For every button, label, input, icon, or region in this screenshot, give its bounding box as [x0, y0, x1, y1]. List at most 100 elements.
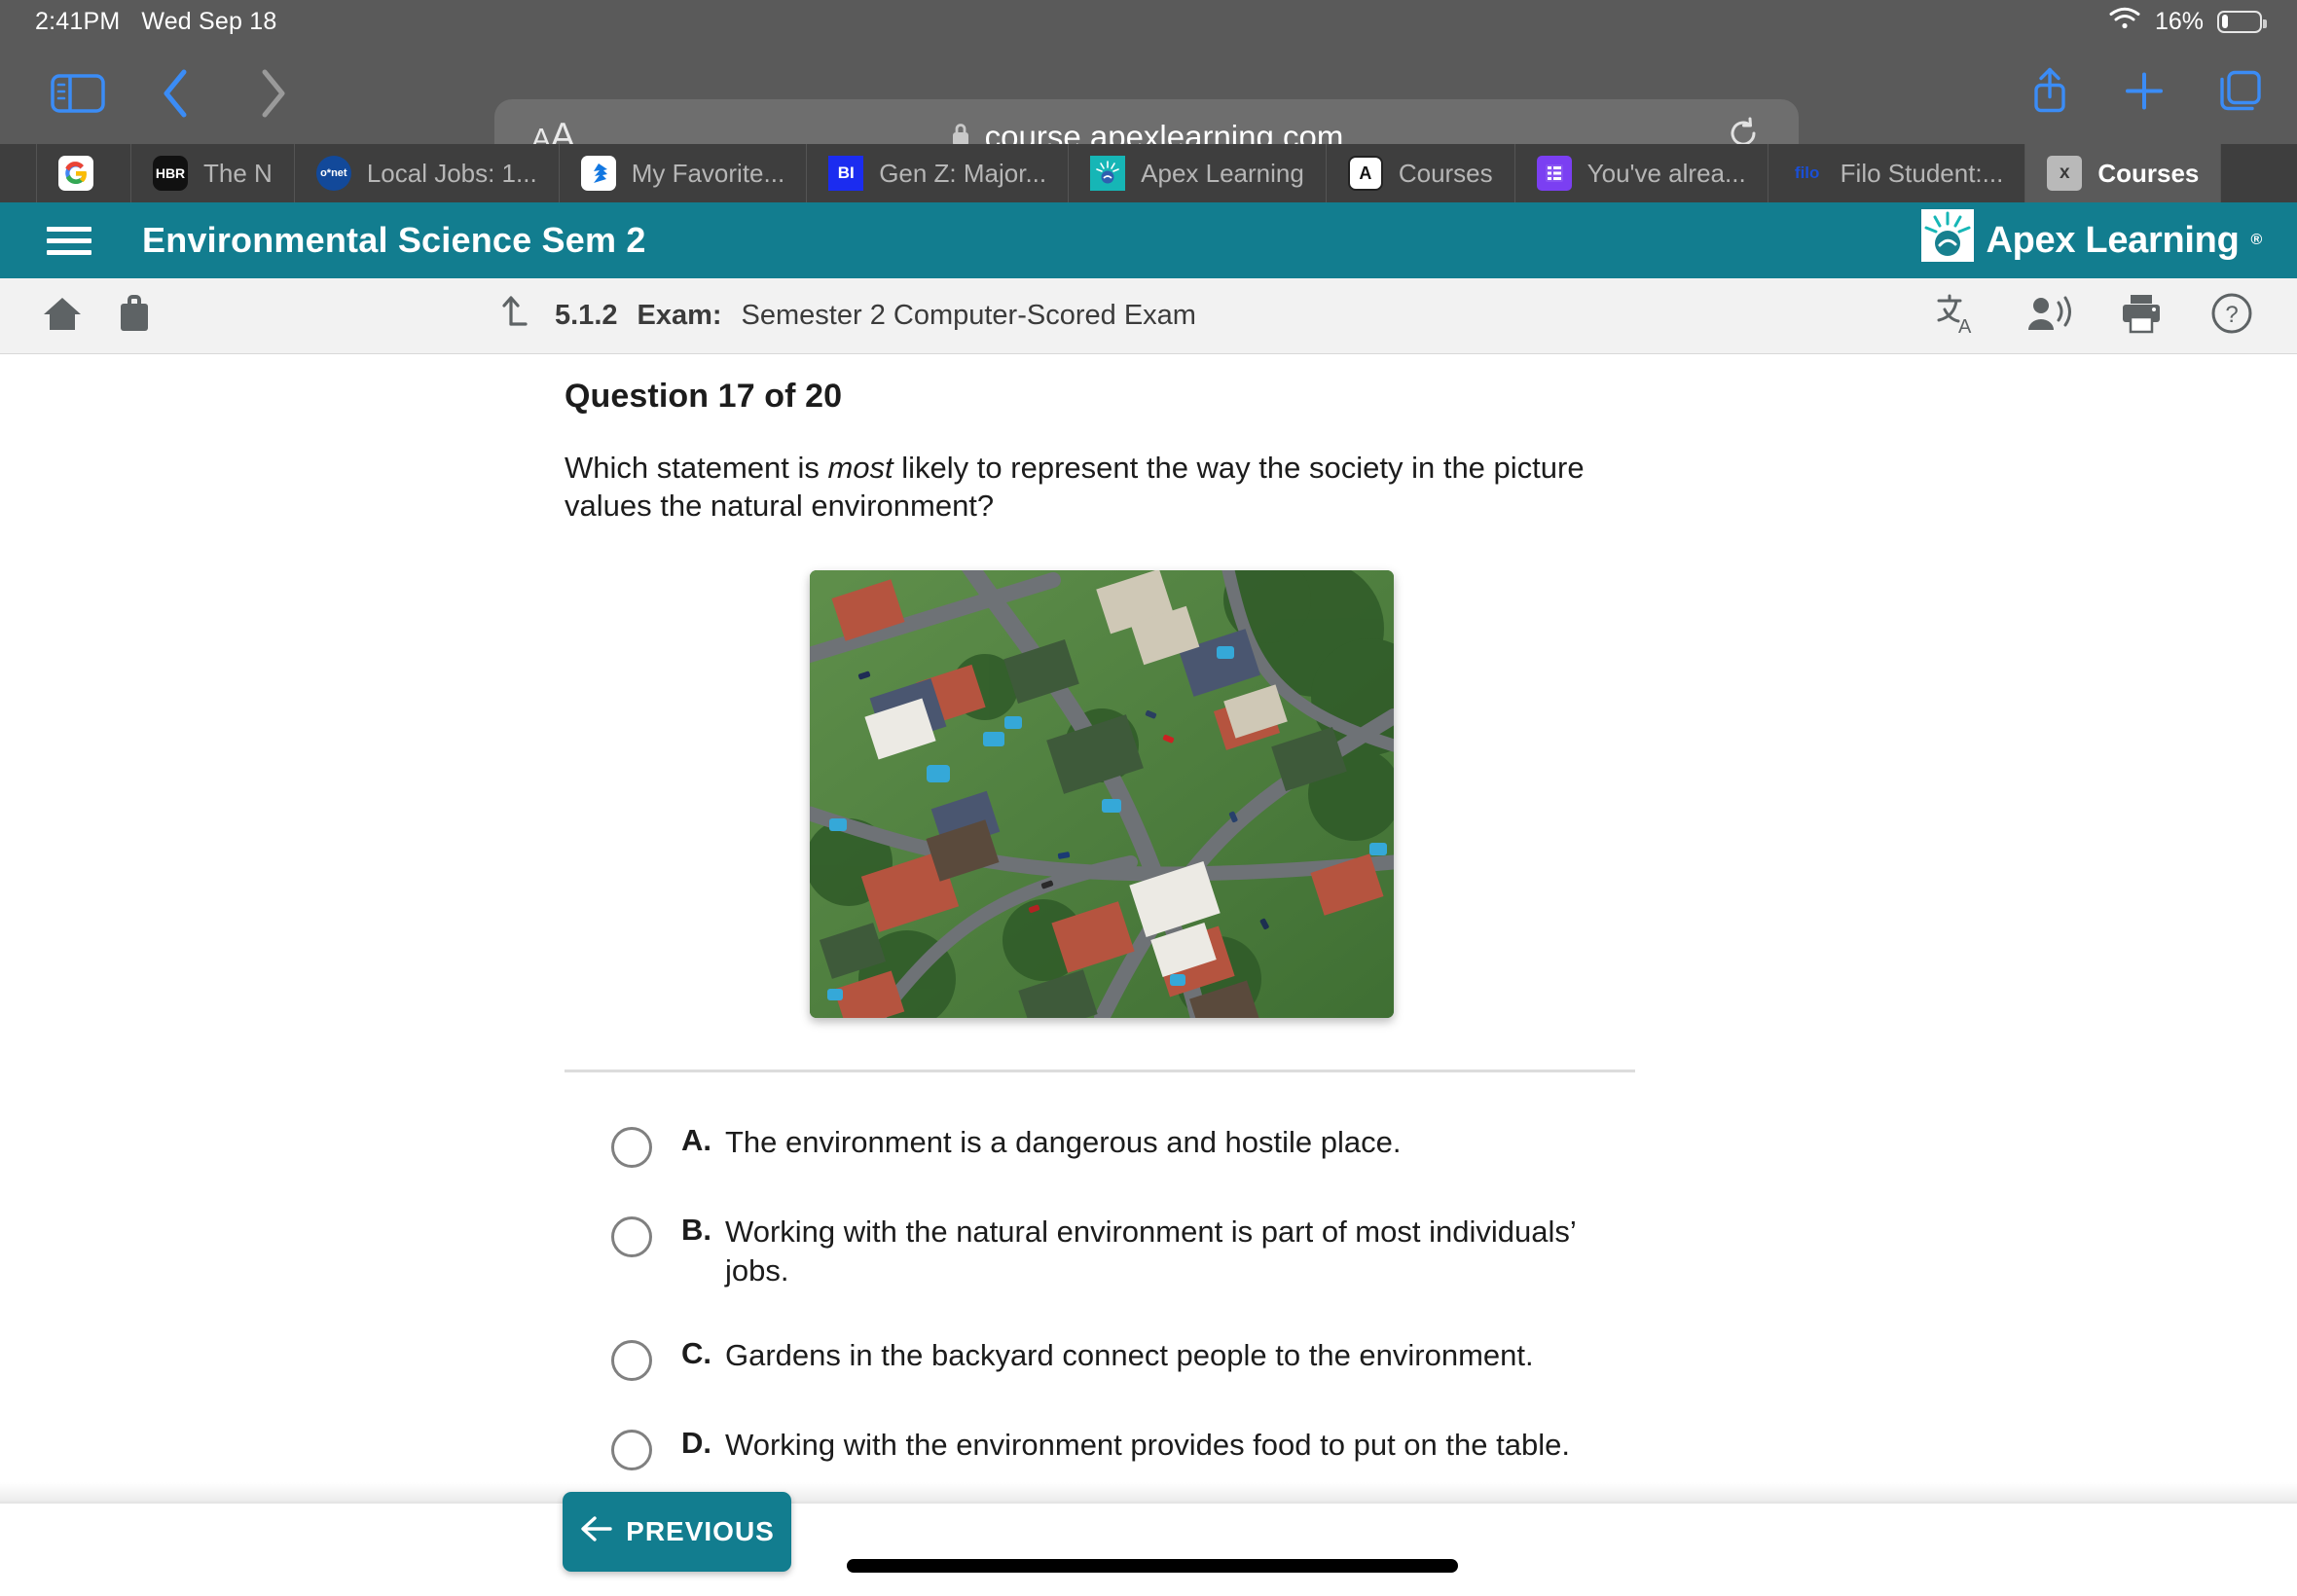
option-letter: C.	[681, 1335, 711, 1370]
hbr-favicon-icon: HBR	[153, 156, 188, 191]
option-text: The environment is a dangerous and hosti…	[725, 1125, 1402, 1159]
answer-option-d[interactable]: D. Working with the environment provides…	[611, 1426, 1643, 1470]
svg-text:?: ?	[2225, 302, 2238, 328]
previous-button[interactable]: PREVIOUS	[563, 1492, 791, 1572]
new-tab-icon[interactable]	[2122, 69, 2167, 119]
radio-button-a[interactable]	[611, 1127, 652, 1168]
question-block: Question 17 of 20 Which statement is mos…	[565, 378, 1635, 525]
battery-percent: 16%	[2154, 7, 2204, 35]
tab-item-zillow[interactable]: My Favorite...	[560, 144, 808, 202]
filo-favicon-icon: filo	[1794, 163, 1820, 182]
previous-button-label: PREVIOUS	[626, 1516, 775, 1546]
answer-option-a[interactable]: A. The environment is a dangerous and ho…	[611, 1123, 1643, 1168]
tab-item-slides[interactable]: You've alrea...	[1515, 144, 1768, 202]
radio-button-d[interactable]	[611, 1429, 652, 1470]
ipad-safari-window: 2:41PM Wed Sep 18 16% AA course.apexlear…	[0, 0, 2297, 1596]
course-title: Environmental Science Sem 2	[142, 220, 646, 260]
x-favicon-icon: x	[2047, 156, 2083, 191]
status-date: Wed Sep 18	[141, 7, 277, 35]
tab-title: Courses	[2097, 158, 2200, 188]
svg-text:A: A	[1958, 316, 1972, 336]
apex-favicon-icon	[1090, 156, 1126, 191]
apex-learning-logo: Apex Learning ®	[1921, 209, 2262, 272]
question-image	[810, 570, 1394, 1018]
lesson-name: Semester 2 Computer-Scored Exam	[741, 300, 1196, 331]
up-level-icon[interactable]	[496, 292, 535, 340]
zillow-favicon-icon	[580, 156, 616, 191]
question-prompt: Which statement is most likely to repres…	[565, 449, 1635, 525]
arrow-left-icon	[579, 1514, 612, 1550]
status-time: 2:41PM	[35, 7, 121, 35]
lesson-toolbar: 5.1.2 Exam: Semester 2 Computer-Scored E…	[0, 278, 2297, 354]
tab-title: The N	[203, 158, 273, 188]
tabs-overview-icon[interactable]	[2217, 68, 2264, 120]
nav-buttons	[0, 54, 321, 132]
back-button[interactable]	[127, 54, 224, 132]
tab-item-hbr[interactable]: HBR The N	[131, 144, 295, 202]
trademark-symbol: ®	[2250, 232, 2263, 248]
wifi-icon	[2108, 6, 2141, 37]
ios-status-bar: 2:41PM Wed Sep 18 16%	[0, 0, 2297, 43]
lesson-kind: Exam:	[637, 300, 722, 331]
slides-favicon-icon	[1536, 156, 1572, 191]
hamburger-menu-icon[interactable]	[47, 220, 93, 262]
tab-item-business-insider[interactable]: BI Gen Z: Major...	[807, 144, 1070, 202]
tab-title: You've alrea...	[1586, 158, 1746, 188]
onet-favicon-icon: o*net	[315, 156, 351, 191]
tab-item[interactable]	[0, 144, 37, 202]
tab-item-google[interactable]	[37, 144, 131, 202]
option-letter: B.	[681, 1213, 711, 1247]
tab-strip: HBR The N o*net Local Jobs: 1... My Favo…	[0, 144, 2297, 202]
forward-button[interactable]	[224, 54, 321, 132]
battery-icon	[2217, 10, 2267, 33]
radio-button-c[interactable]	[611, 1339, 652, 1381]
google-favicon-icon	[58, 156, 93, 191]
tab-title: Filo Student:...	[1840, 158, 2004, 188]
option-letter: A.	[681, 1123, 711, 1157]
tab-title: Local Jobs: 1...	[366, 158, 537, 188]
briefcase-icon[interactable]	[115, 293, 154, 339]
tab-title: Gen Z: Major...	[879, 158, 1047, 188]
answer-options-list: A. The environment is a dangerous and ho…	[611, 1123, 1643, 1503]
toolbar-right-buttons	[2028, 66, 2264, 122]
option-text: Working with the environment provides fo…	[725, 1427, 1570, 1462]
prompt-part-1: Which statement is	[565, 451, 828, 485]
aerial-neighborhood-photo-icon	[810, 570, 1394, 1018]
prompt-emphasis: most	[827, 451, 893, 485]
tab-item-onet[interactable]: o*net Local Jobs: 1...	[295, 144, 560, 202]
app-header: Environmental Science Sem 2 Apex Learnin…	[0, 202, 2297, 278]
question-content-area: Question 17 of 20 Which statement is mos…	[0, 354, 2297, 1503]
answer-option-b[interactable]: B. Working with the natural environment …	[611, 1213, 1643, 1291]
answer-option-c[interactable]: C. Gardens in the backyard connect peopl…	[611, 1336, 1643, 1381]
business-insider-favicon-icon: BI	[828, 156, 864, 191]
tab-item-courses[interactable]: A Courses	[1327, 144, 1515, 202]
safari-toolbar: AA course.apexlearning.com	[0, 43, 2297, 175]
apex-brand-text: Apex Learning	[1986, 219, 2240, 261]
status-bar-right: 16%	[2108, 6, 2267, 37]
section-divider	[565, 1070, 1635, 1072]
translate-icon[interactable]: A	[1935, 291, 1980, 341]
radio-button-b[interactable]	[611, 1216, 652, 1257]
help-icon[interactable]: ?	[2209, 291, 2254, 341]
question-heading: Question 17 of 20	[565, 378, 843, 415]
home-icon[interactable]	[41, 294, 84, 338]
lesson-number: 5.1.2	[555, 300, 618, 331]
tab-title: My Favorite...	[631, 158, 785, 188]
content-bottom-shadow	[0, 1482, 2297, 1504]
tab-item-filo[interactable]: filo Filo Student:...	[1768, 144, 2026, 202]
tab-item-apex-learning[interactable]: Apex Learning	[1069, 144, 1327, 202]
tab-title: Courses	[1398, 158, 1493, 188]
tab-title: Apex Learning	[1141, 158, 1304, 188]
footer-bar: PREVIOUS	[0, 1492, 2297, 1596]
read-aloud-icon[interactable]	[2024, 293, 2073, 339]
option-text: Working with the natural environment is …	[725, 1215, 1576, 1288]
home-indicator[interactable]	[847, 1559, 1458, 1573]
print-icon[interactable]	[2118, 292, 2165, 340]
share-icon[interactable]	[2028, 66, 2071, 122]
option-text: Gardens in the backyard connect people t…	[725, 1337, 1534, 1372]
option-letter: D.	[681, 1425, 711, 1460]
status-bar-left: 2:41PM Wed Sep 18	[35, 8, 277, 36]
apex-lightbulb-logo-icon	[1921, 209, 1975, 272]
tab-item-active-courses[interactable]: x Courses	[2025, 144, 2222, 202]
sidebar-toggle-icon[interactable]	[29, 54, 127, 132]
